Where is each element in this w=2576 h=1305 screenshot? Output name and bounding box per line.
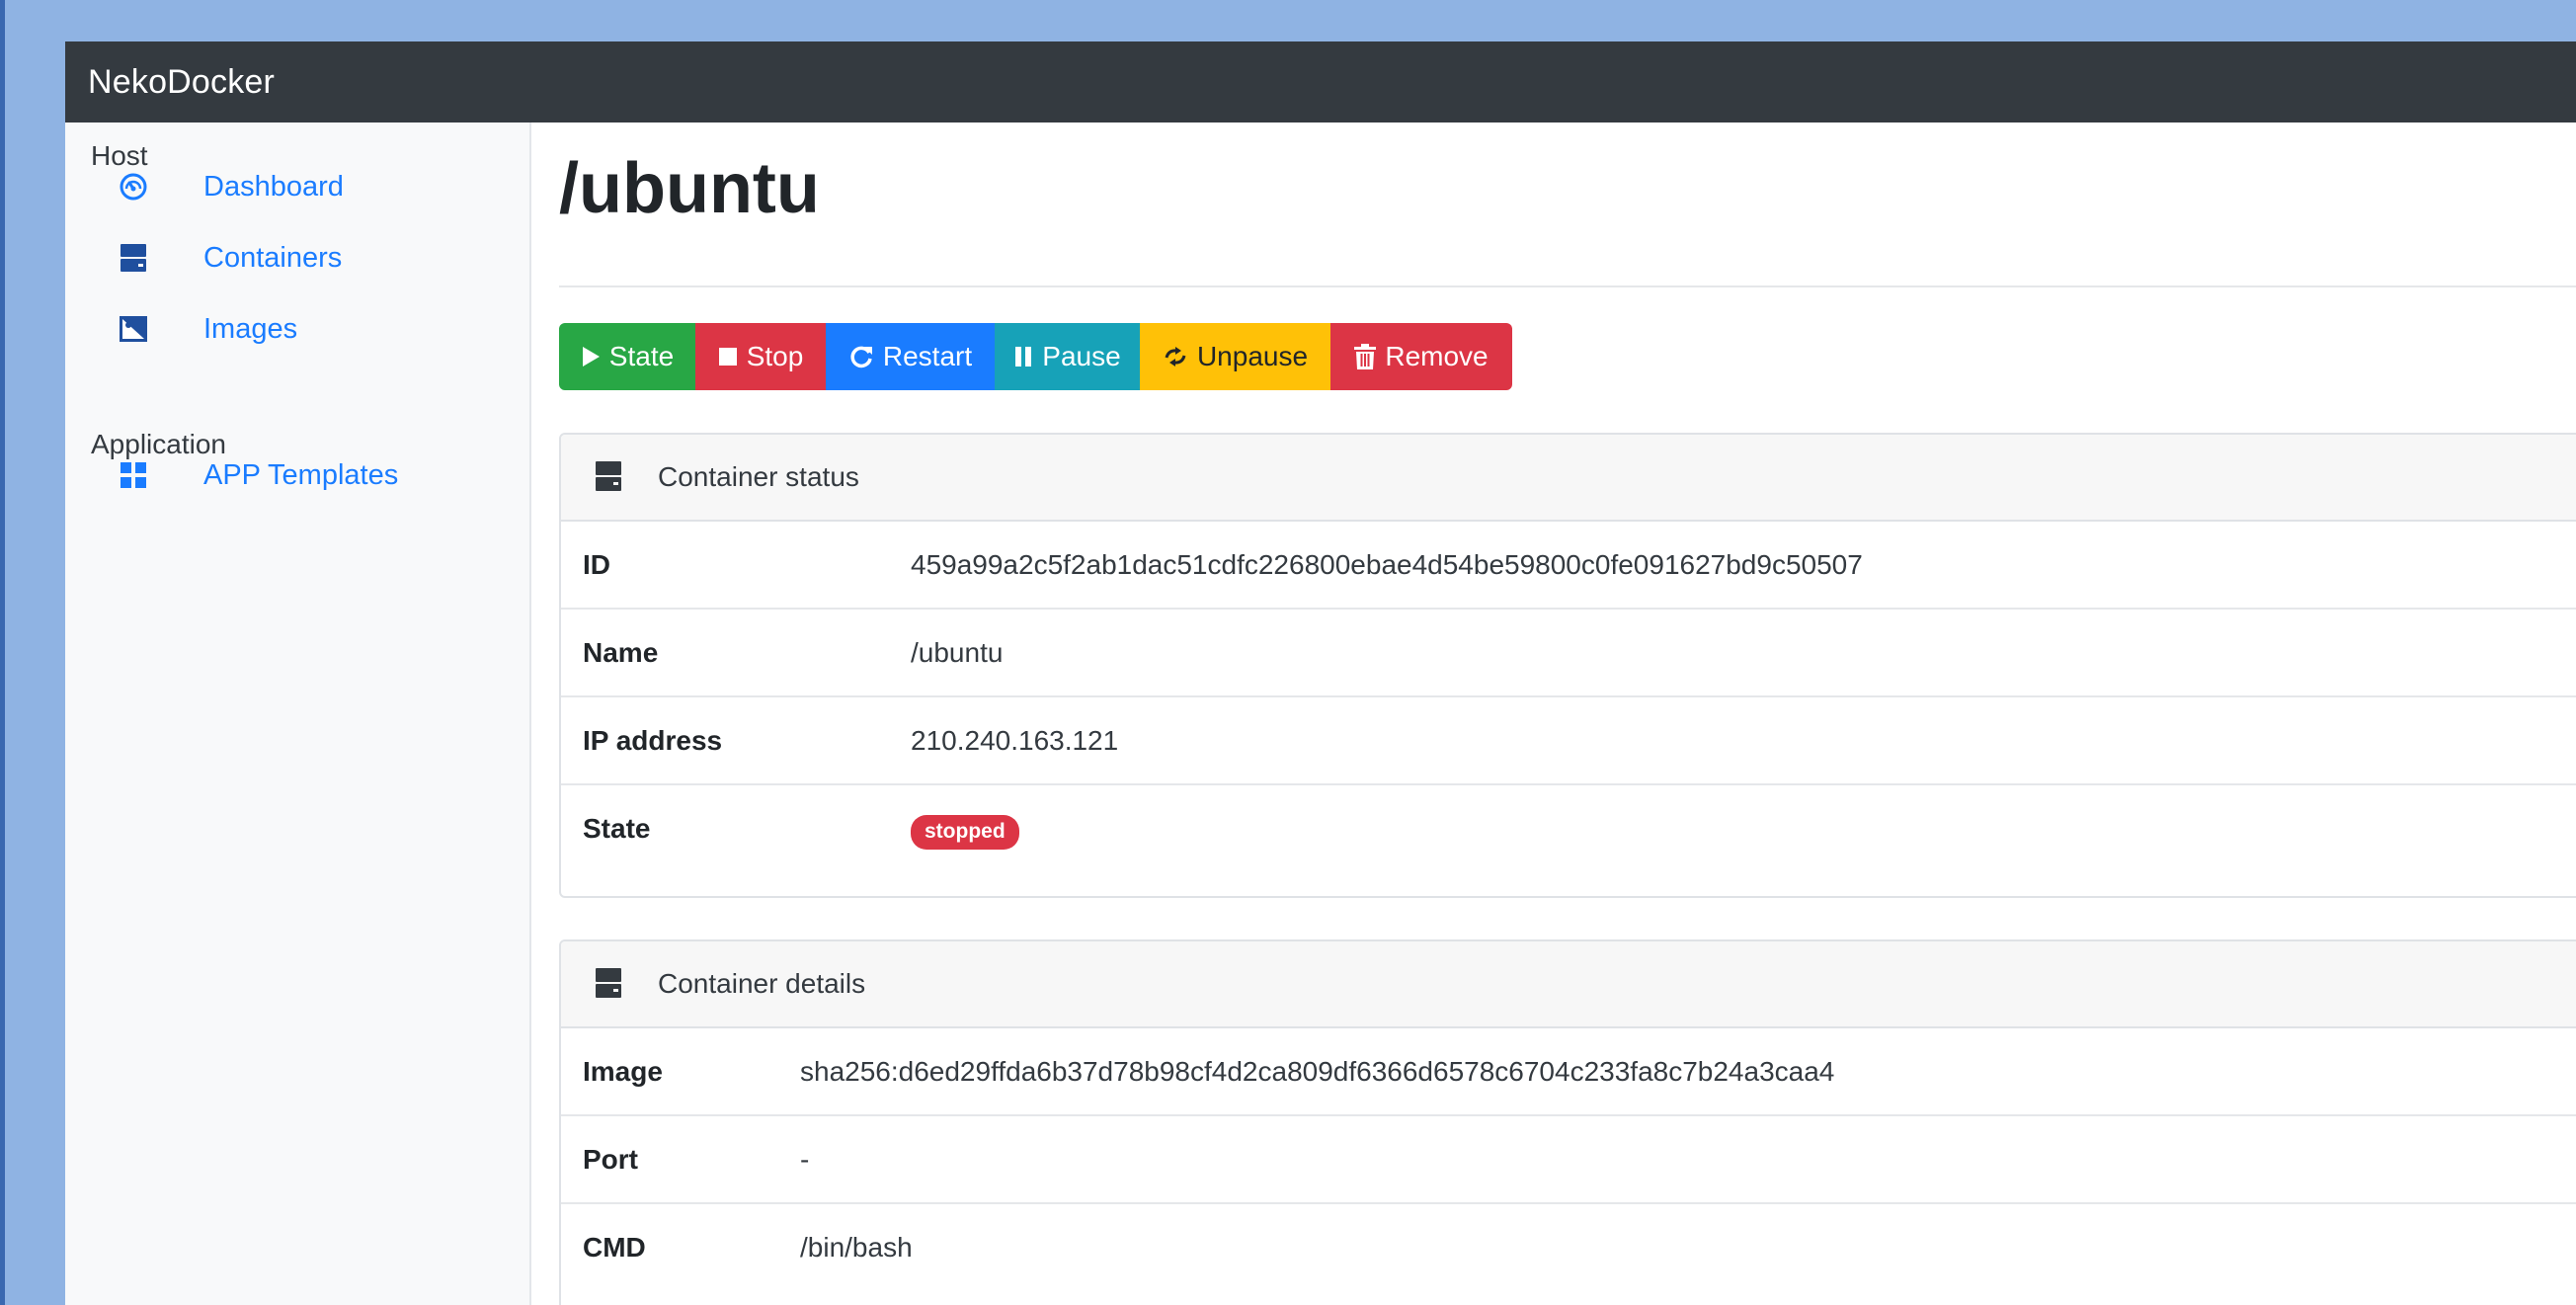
container-status-title: Container status bbox=[658, 461, 859, 492]
row-key: ID bbox=[583, 548, 610, 580]
server-icon bbox=[595, 460, 624, 494]
sidebar-heading-host: Host bbox=[91, 140, 148, 171]
row-key: Name bbox=[583, 636, 659, 668]
remove-button-label: Remove bbox=[1385, 341, 1489, 371]
trash-icon bbox=[1354, 344, 1377, 369]
sidebar-item-label: APP Templates bbox=[203, 458, 399, 491]
brand-title[interactable]: NekoDocker bbox=[88, 63, 275, 102]
state-button[interactable]: State bbox=[559, 323, 695, 390]
ip-address-value: 210.240.163.121 bbox=[911, 724, 1119, 756]
sidebar-item-label: Dashboard bbox=[203, 170, 344, 203]
table-row: CMD /bin/bash bbox=[561, 1204, 2576, 1305]
container-id-value: 459a99a2c5f2ab1dac51cdfc226800ebae4d54be… bbox=[911, 548, 1863, 580]
top-navbar: NekoDocker bbox=[65, 41, 2576, 122]
sidebar-item-app-templates[interactable]: APP Templates bbox=[117, 458, 398, 492]
sidebar-item-dashboard[interactable]: Dashboard bbox=[117, 170, 344, 204]
unpause-button[interactable]: Unpause bbox=[1140, 323, 1330, 390]
sidebar-heading-application: Application bbox=[91, 429, 226, 459]
container-status-card: Container status ID 459a99a2c5f2ab1dac51… bbox=[559, 433, 2576, 898]
pause-icon bbox=[1013, 346, 1033, 367]
row-key: State bbox=[583, 813, 651, 844]
image-icon bbox=[117, 312, 150, 346]
stop-button-label: Stop bbox=[746, 341, 804, 371]
title-divider bbox=[559, 285, 2576, 287]
container-details-header: Container details bbox=[561, 941, 2576, 1028]
grid-icon bbox=[117, 458, 150, 492]
container-action-toolbar: State Stop Restart Pause Unpause Remove bbox=[559, 323, 1512, 390]
container-name-value: /ubuntu bbox=[911, 636, 1004, 668]
table-row: IP address 210.240.163.121 bbox=[561, 697, 2576, 785]
sidebar-item-containers[interactable]: Containers bbox=[117, 241, 342, 275]
sidebar: Host Dashboard Containers Images Applica… bbox=[65, 122, 531, 1305]
dashboard-gauge-icon bbox=[117, 170, 150, 204]
row-key: CMD bbox=[583, 1232, 646, 1263]
pause-button-label: Pause bbox=[1042, 341, 1121, 371]
server-icon bbox=[595, 967, 624, 1001]
status-badge: stopped bbox=[911, 815, 1019, 850]
state-value-cell: stopped bbox=[911, 813, 1019, 850]
port-value: - bbox=[800, 1143, 810, 1175]
main-content: /ubuntu State Stop Restart Pause Unpause… bbox=[559, 122, 2576, 1305]
sidebar-item-label: Images bbox=[203, 312, 298, 345]
restart-icon bbox=[848, 344, 874, 369]
restart-button-label: Restart bbox=[882, 341, 973, 371]
image-hash-value: sha256:d6ed29ffda6b37d78b98cf4d2ca809df6… bbox=[800, 1055, 1835, 1087]
state-button-label: State bbox=[608, 341, 675, 371]
sidebar-item-label: Containers bbox=[203, 241, 343, 274]
container-status-header: Container status bbox=[561, 435, 2576, 522]
pause-button[interactable]: Pause bbox=[995, 323, 1140, 390]
container-details-title: Container details bbox=[658, 968, 866, 999]
table-row: Port - bbox=[561, 1116, 2576, 1204]
restart-button[interactable]: Restart bbox=[826, 323, 995, 390]
app-window: NekoDocker Host Dashboard Containers Ima… bbox=[65, 41, 2576, 1305]
table-row: ID 459a99a2c5f2ab1dac51cdfc226800ebae4d5… bbox=[561, 522, 2576, 610]
row-key: IP address bbox=[583, 724, 723, 756]
row-key: Image bbox=[583, 1055, 663, 1087]
cmd-value: /bin/bash bbox=[800, 1232, 913, 1263]
table-row: Image sha256:d6ed29ffda6b37d78b98cf4d2ca… bbox=[561, 1028, 2576, 1116]
container-details-card: Container details Image sha256:d6ed29ffd… bbox=[559, 939, 2576, 1305]
table-row: Name /ubuntu bbox=[561, 610, 2576, 697]
row-key: Port bbox=[583, 1143, 638, 1175]
unpause-button-label: Unpause bbox=[1196, 341, 1309, 371]
play-icon bbox=[581, 346, 601, 367]
desktop-edge bbox=[0, 0, 5, 1305]
stop-button[interactable]: Stop bbox=[695, 323, 826, 390]
sidebar-item-images[interactable]: Images bbox=[117, 312, 297, 346]
table-row: State stopped bbox=[561, 785, 2576, 896]
page-title: /ubuntu bbox=[559, 149, 820, 228]
server-icon bbox=[117, 241, 150, 275]
stop-icon bbox=[718, 347, 738, 367]
sync-icon bbox=[1163, 346, 1188, 367]
remove-button[interactable]: Remove bbox=[1330, 323, 1512, 390]
